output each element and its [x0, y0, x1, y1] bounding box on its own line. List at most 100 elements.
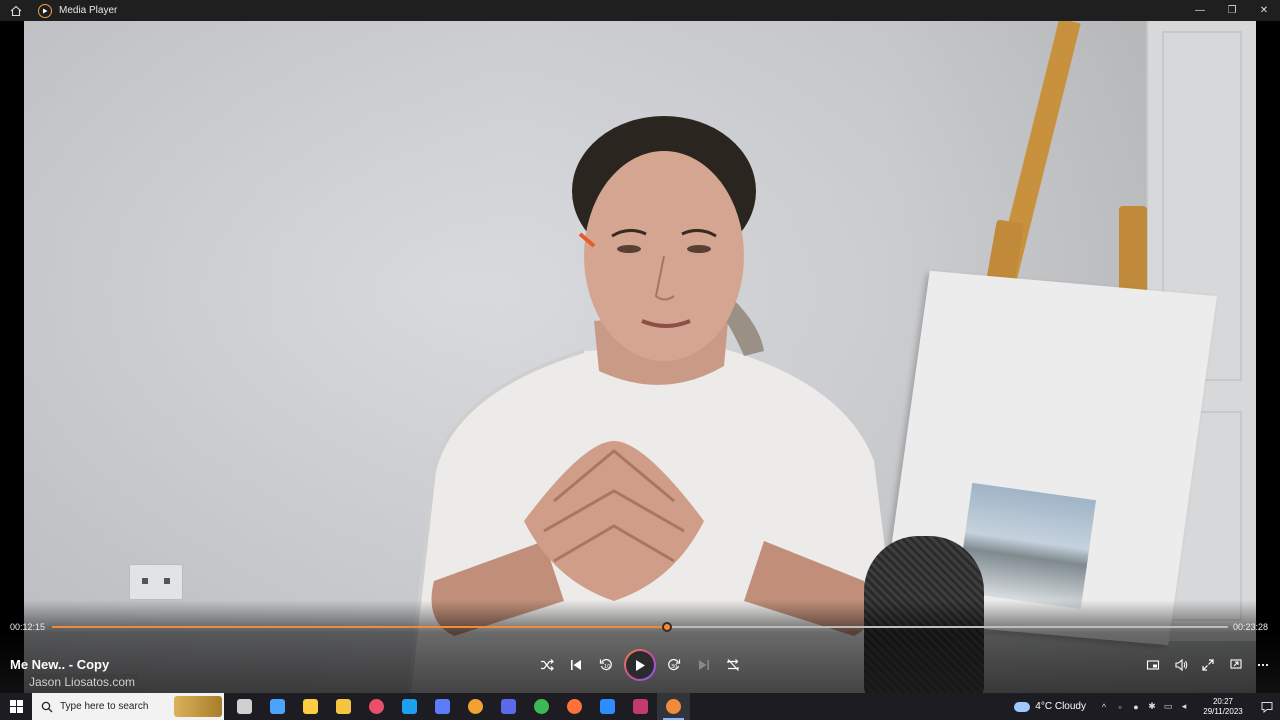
shuffle-button[interactable] [536, 654, 558, 676]
playback-controls: 10 30 [536, 650, 744, 680]
task-view-icon [237, 699, 252, 714]
next-icon [698, 660, 709, 670]
power-automate-icon [501, 699, 516, 714]
previous-button[interactable] [565, 654, 587, 676]
fullscreen-icon [1202, 659, 1214, 671]
minimize-button[interactable]: — [1184, 0, 1216, 21]
chrome-taskbar-button[interactable] [525, 693, 558, 720]
firefox-taskbar-button[interactable] [558, 693, 591, 720]
miniplayer-button[interactable] [1142, 655, 1164, 675]
clock-date: 29/11/2023 [1203, 706, 1243, 716]
zoom-icon [600, 699, 615, 714]
forward-30-icon: 30 [668, 658, 681, 671]
home-button[interactable] [0, 0, 32, 21]
svg-text:10: 10 [604, 664, 610, 670]
task-view-taskbar-button[interactable] [228, 693, 261, 720]
home-icon [10, 5, 22, 16]
cast-button[interactable] [1225, 655, 1247, 675]
firefox-icon [567, 699, 582, 714]
search-icon [40, 700, 54, 714]
zoom-taskbar-button[interactable] [591, 693, 624, 720]
tray-app-button[interactable]: ▫ [1112, 693, 1128, 720]
network-icon: ▭ [1163, 701, 1173, 711]
network-tray-button[interactable]: ▭ [1160, 693, 1176, 720]
taskbar: 4°C Cloudy ^ ▫ ● ✱ ▭ ◂ 20:27 29/11/2023 [0, 693, 1280, 720]
right-controls [1142, 655, 1274, 675]
bluetooth-tray-button[interactable]: ✱ [1144, 693, 1160, 720]
search-highlight-image[interactable] [174, 696, 222, 717]
file-explorer-icon [336, 699, 351, 714]
media-player-taskbar-button[interactable] [657, 693, 690, 720]
volume-icon [1174, 658, 1187, 672]
skype-taskbar-button[interactable] [393, 693, 426, 720]
rewind-10-button[interactable]: 10 [595, 654, 617, 676]
seek-thumb[interactable] [661, 622, 672, 632]
fullscreen-button[interactable] [1197, 655, 1219, 675]
video-watermark: Jason Liosatos.com [26, 674, 139, 690]
chrome-icon [534, 699, 549, 714]
seek-bar[interactable] [52, 622, 1228, 632]
cloud-icon [1014, 701, 1031, 712]
repeat-off-icon [727, 659, 739, 671]
play-icon [635, 659, 645, 671]
system-tray: 4°C Cloudy ^ ▫ ● ✱ ▭ ◂ 20:27 29/11/2023 [1014, 693, 1280, 720]
app-colorful-taskbar-button[interactable] [360, 693, 393, 720]
power-automate-taskbar-button[interactable] [492, 693, 525, 720]
forward-30-button[interactable]: 30 [663, 654, 685, 676]
volume-button[interactable] [1170, 655, 1192, 675]
taskbar-apps [228, 693, 690, 720]
store-icon [303, 699, 318, 714]
miniplayer-icon [1146, 660, 1160, 670]
media-player-app-icon [38, 3, 52, 18]
vectorworks-taskbar-button[interactable] [624, 693, 657, 720]
more-icon [1257, 663, 1269, 667]
tray-app-icon: ▫ [1118, 701, 1122, 712]
app-colorful-icon [369, 699, 384, 714]
repeat-button[interactable] [722, 654, 744, 676]
visual-studio-icon [435, 699, 450, 714]
title-bar: Media Player — ❐ ✕ [0, 0, 1280, 21]
video-frame[interactable] [24, 21, 1256, 693]
taskbar-clock[interactable]: 20:27 29/11/2023 [1192, 697, 1254, 717]
presenter [407, 116, 894, 693]
weather-temp: 4°C [1035, 701, 1053, 712]
microphone-icon: ● [1133, 701, 1139, 712]
volume-tray-button[interactable]: ◂ [1176, 693, 1192, 720]
play-button[interactable] [624, 649, 656, 681]
show-hidden-icons-button[interactable]: ^ [1096, 693, 1112, 720]
taskbar-search[interactable] [32, 693, 224, 720]
vectorworks-icon [633, 699, 648, 714]
store-taskbar-button[interactable] [294, 693, 327, 720]
file-explorer-taskbar-button[interactable] [327, 693, 360, 720]
clock-time: 20:27 [1212, 696, 1234, 706]
chrome-canary-taskbar-button[interactable] [459, 693, 492, 720]
svg-text:30: 30 [671, 664, 677, 670]
search-input[interactable] [60, 701, 170, 712]
next-button[interactable] [693, 654, 715, 676]
chrome-canary-icon [468, 699, 483, 714]
restore-button[interactable]: ❐ [1216, 0, 1248, 21]
previous-icon [571, 660, 582, 670]
seek-progress [52, 626, 667, 628]
window-title: Media Player [59, 5, 118, 16]
widgets-icon [270, 699, 285, 714]
now-playing-title[interactable]: Me New.. - Copy [10, 657, 109, 672]
media-player-icon [666, 699, 681, 714]
bluetooth-icon: ✱ [1148, 701, 1156, 711]
windows-icon [9, 700, 23, 713]
notifications-button[interactable] [1254, 693, 1280, 720]
total-duration: 00:23:28 [1232, 622, 1268, 632]
start-button[interactable] [0, 693, 32, 720]
microphone-tray-button[interactable]: ● [1128, 693, 1144, 720]
speaker-icon: ◂ [1181, 701, 1187, 711]
widgets-taskbar-button[interactable] [261, 693, 294, 720]
weather-widget[interactable]: 4°C Cloudy [1014, 701, 1086, 712]
shuffle-icon [541, 659, 554, 671]
cast-icon [1229, 659, 1242, 669]
close-button[interactable]: ✕ [1248, 0, 1280, 21]
notification-icon [1261, 701, 1273, 713]
visual-studio-taskbar-button[interactable] [426, 693, 459, 720]
skype-icon [402, 699, 417, 714]
chevron-up-icon: ^ [1101, 701, 1107, 712]
more-options-button[interactable] [1252, 655, 1274, 675]
